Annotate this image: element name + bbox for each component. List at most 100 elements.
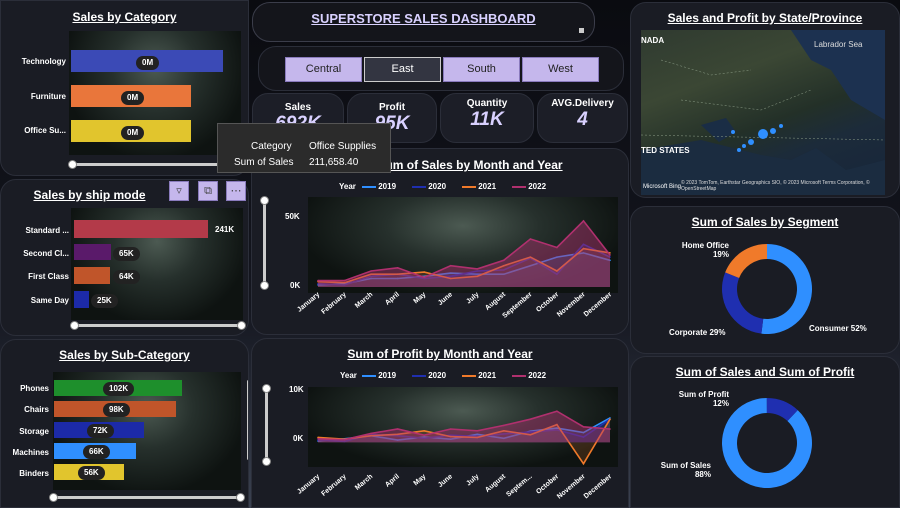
data-point[interactable]	[556, 410, 558, 413]
data-point[interactable]	[556, 246, 558, 249]
value-badge: 72K	[87, 424, 114, 438]
region-south-button[interactable]: South	[443, 57, 520, 82]
map-shapes	[641, 30, 885, 195]
value-badge: 66K	[83, 445, 110, 459]
data-point[interactable]	[396, 267, 399, 269]
sales-profit-panel: Sum of Sales and Sum of Profit Sum of Pr…	[630, 356, 900, 508]
dashboard-title: SUPERSTORE SALES DASHBOARD	[311, 11, 536, 26]
data-point[interactable]	[449, 264, 452, 267]
data-point[interactable]	[609, 428, 611, 430]
category-label: Binders	[19, 469, 49, 478]
data-point[interactable]	[423, 434, 425, 437]
range-slider[interactable]	[70, 321, 246, 330]
label-name: Sum of Profit	[678, 390, 729, 399]
data-point[interactable]	[476, 429, 479, 432]
bar-standard[interactable]	[74, 220, 208, 238]
donut-label-consumer: Consumer 52%	[809, 324, 867, 333]
vertical-slider[interactable]	[247, 380, 248, 460]
map-canvas[interactable]: NADA Labrador Sea TED STATES © 2023 TomT…	[641, 30, 885, 195]
data-point[interactable]	[370, 270, 372, 272]
filter-icon[interactable]: ▿	[169, 181, 189, 201]
data-point[interactable]	[582, 220, 585, 222]
category-label: Storage	[19, 427, 49, 436]
donut-label-sales: Sum of Sales 88%	[657, 461, 711, 479]
data-point[interactable]	[317, 437, 319, 440]
data-point[interactable]	[449, 428, 452, 430]
kpi-value: 4	[577, 109, 588, 130]
bar-same-day[interactable]	[74, 291, 89, 308]
x-tick-label: July	[465, 473, 480, 487]
x-tick-label: April	[384, 473, 401, 489]
region-east-button[interactable]: East	[364, 57, 441, 82]
slider-knob[interactable]	[236, 493, 245, 502]
resize-handle-icon[interactable]	[579, 28, 584, 33]
range-slider[interactable]	[49, 493, 245, 502]
category-label: Chairs	[24, 405, 49, 414]
data-point[interactable]	[317, 279, 319, 282]
tooltip-value: 211,658.40	[309, 157, 359, 168]
data-point[interactable]	[423, 276, 425, 279]
x-tick-label: August	[484, 291, 507, 312]
x-tick-label: Septem...	[505, 473, 533, 498]
kpi-quantity: Quantity 11K	[440, 93, 534, 143]
slider-knob[interactable]	[49, 493, 58, 502]
value-badge: 25K	[91, 294, 118, 308]
donut-slice[interactable]	[725, 244, 767, 278]
label-pct: 12%	[712, 399, 729, 408]
value-badge: 65K	[113, 247, 140, 261]
x-tick-label: May	[413, 291, 428, 305]
data-point[interactable]	[503, 259, 505, 262]
panel-title: Sales by Sub-Category	[59, 348, 190, 362]
data-point[interactable]	[503, 424, 505, 427]
kpi-label: Profit	[378, 102, 406, 113]
slider-knob[interactable]	[70, 321, 79, 330]
data-point[interactable]	[423, 429, 425, 432]
donut-slice[interactable]	[722, 272, 764, 334]
data-point[interactable]	[582, 425, 585, 428]
segment-panel: Sum of Sales by Segment Home Office 19% …	[630, 206, 900, 354]
region-central-button[interactable]: Central	[285, 57, 362, 82]
x-tick-label: February	[320, 291, 348, 316]
sales-by-ship-panel: Sales by ship mode Standard ... Second C…	[0, 179, 249, 336]
x-tick-label: January	[296, 291, 321, 314]
sales-month-panel: Sum of Sales by Month and Year Year 2019…	[251, 148, 629, 335]
data-point[interactable]	[529, 418, 532, 421]
sales-by-category-panel: Sales by Category Technology Furniture O…	[0, 0, 249, 176]
data-point[interactable]	[582, 462, 585, 465]
donut-slice[interactable]	[761, 244, 812, 334]
data-point[interactable]	[370, 432, 372, 435]
donut-label-home-office: Home Office 19%	[677, 241, 729, 259]
value-badge: 64K	[113, 270, 140, 284]
kpi-label: Quantity	[466, 98, 508, 109]
bing-logo: Microsoft Bing	[643, 184, 682, 190]
data-point[interactable]	[609, 254, 611, 256]
kpi-label: AVG.Delivery	[551, 98, 614, 109]
x-tick-label: December	[583, 473, 614, 500]
donut-label-profit: Sum of Profit 12%	[667, 390, 729, 408]
data-point[interactable]	[396, 428, 399, 430]
region-west-button[interactable]: West	[522, 57, 599, 82]
map-label-canada: NADA	[641, 36, 665, 45]
profit-month-chart: January February March April May June July Augu…	[296, 410, 614, 501]
data-point[interactable]	[609, 418, 611, 421]
x-tick-label: October	[535, 473, 560, 496]
bar-second-class[interactable]	[74, 244, 111, 260]
data-point[interactable]	[343, 438, 346, 441]
sales-month-chart: January February March April May June July Augu…	[296, 219, 613, 320]
more-options-icon[interactable]: ⋯	[226, 181, 246, 201]
map-label-states: TED STATES	[641, 146, 690, 155]
focus-mode-icon[interactable]: ⧉	[198, 181, 218, 201]
value-badge: 102K	[103, 382, 135, 396]
data-point[interactable]	[343, 279, 346, 282]
x-tick-label: July	[465, 291, 480, 305]
bar-first-class[interactable]	[74, 267, 110, 284]
slider-knob[interactable]	[68, 160, 77, 169]
x-tick-label: May	[413, 473, 428, 487]
slider-knob[interactable]	[237, 321, 246, 330]
map-attribution: © 2023 TomTom, Earthstar Geographics SIO…	[681, 180, 870, 192]
value-badge: 98K	[103, 403, 130, 417]
category-label: Machines	[12, 448, 49, 457]
data-point[interactable]	[529, 238, 532, 240]
data-point[interactable]	[423, 271, 425, 273]
data-point[interactable]	[476, 268, 479, 270]
